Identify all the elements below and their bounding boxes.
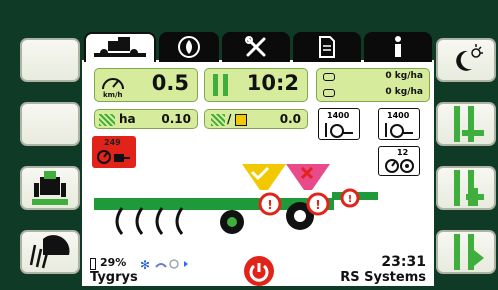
svg-text:✻: ✻ [140,258,150,271]
wireless-icons: ✻ [140,258,188,271]
power-button[interactable] [244,256,274,286]
battery-icon [90,258,96,270]
tab-info[interactable] [364,32,432,62]
tractor-icon [94,37,146,57]
tab-document[interactable] [293,32,361,62]
tramline-value: 10:2 [246,71,299,95]
wrench-icon [245,36,266,57]
seed-drill-illustration: ! ! ! [94,164,378,235]
hopper-rpm-1: 1400 [318,108,360,140]
tramline-minus-button[interactable] [436,102,496,146]
fan-box: 12 [378,146,420,176]
tramline-minus-icon [454,106,484,142]
rate1-icon [323,73,335,81]
partial-value: 0.0 [279,112,301,126]
metering-icon [385,123,413,138]
tramline-play-icon [454,234,484,270]
rate1-label: 0 kg/ha [385,71,423,81]
speedometer-icon [102,78,124,90]
area-value: 0.10 [161,112,191,126]
svg-text:!: ! [348,194,353,205]
rate2-label: 0 kg/ha [385,87,423,97]
left-button-2[interactable] [20,102,80,146]
day-night-button[interactable] [436,38,496,82]
metering-icon [325,123,353,138]
speed-value: 0.5 [151,71,189,95]
tramline-plus-button[interactable] [436,166,496,210]
work-light-button[interactable] [20,230,80,274]
seed-cycle-icon [178,36,200,58]
tab-machine[interactable] [84,32,156,62]
info-icon [395,36,401,57]
battery-percent: 29% [100,256,127,269]
fan-value: 12 [397,148,409,157]
document-icon [319,36,335,58]
tramline-tile: 10:2 [204,68,308,102]
work-light-icon [29,235,70,269]
clock: 23:31 [381,254,426,270]
area-icon [99,114,115,126]
rate2-icon [323,89,335,97]
area-label: ha [119,112,136,126]
partial-width-icon [211,114,225,126]
left-button-1[interactable] [20,38,80,82]
partial-yellow-icon [235,114,247,126]
tractor-hitch-icon [32,171,68,205]
machine-name: Tygrys [90,270,138,285]
svg-text:!: ! [267,198,272,212]
tab-service[interactable] [222,32,290,62]
speed-unit: km/h [103,91,123,99]
partial-divider: / [227,112,232,126]
day-night-icon [456,44,483,71]
tramline-play-button[interactable] [436,230,496,274]
alarm-value: 249 [104,138,121,147]
power-icon [249,263,269,282]
speed-tile: km/h 0.5 [94,68,198,102]
partial-width-tile: / 0.0 [204,109,308,129]
area-tile: ha 0.10 [94,109,198,129]
tramline-count-icon [213,74,228,96]
hopper-rpm-2: 1400 [378,108,420,140]
status-bar: 29% ✻ Tygrys 23:31 RS Systems [86,252,430,286]
rates-tile: 0 kg/ha 0 kg/ha [316,68,430,102]
svg-text:!: ! [315,198,320,212]
brand-name: RS Systems [340,270,426,285]
hopper-rpm-2-value: 1400 [387,111,410,120]
hitch-button[interactable] [20,166,80,210]
hopper-rpm-1-value: 1400 [327,111,350,120]
tramline-plus-icon [454,170,484,206]
tab-seeding[interactable] [159,32,219,62]
fan-icon [385,159,414,173]
